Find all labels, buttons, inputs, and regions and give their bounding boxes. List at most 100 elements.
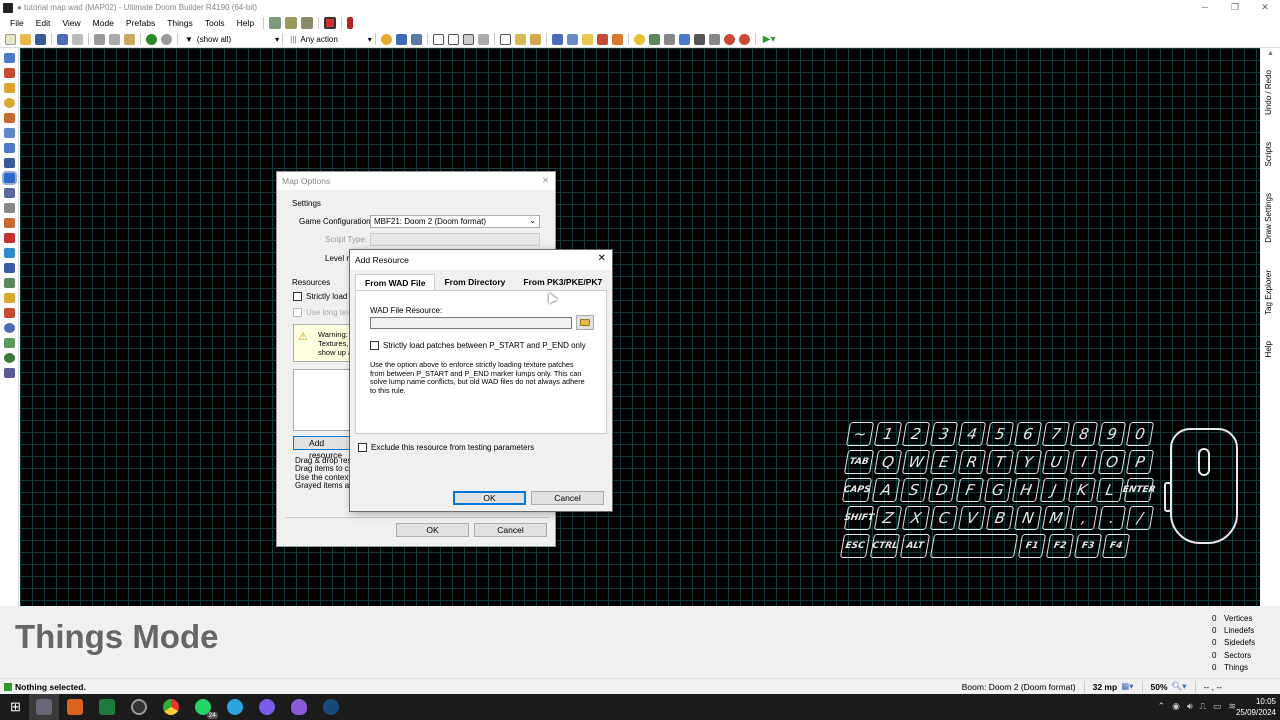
panel-tab-draw-settings[interactable]: Draw Settings [1264, 193, 1273, 243]
windows-start-icon[interactable]: ⊞ [10, 699, 21, 715]
check-icon[interactable] [4, 338, 15, 348]
save-map-icon[interactable] [35, 33, 46, 45]
taskbar-whatsapp-icon[interactable]: 24 [194, 699, 218, 719]
taskbar-app-icon[interactable] [66, 699, 83, 715]
taskbar-notepad-icon[interactable] [98, 699, 115, 715]
terrain-icon[interactable] [4, 263, 15, 273]
edit-selection-icon[interactable] [4, 203, 15, 213]
lightbulb-icon[interactable] [633, 33, 645, 45]
thing-filter2-icon[interactable] [161, 33, 172, 45]
menu-help[interactable]: Help [231, 18, 260, 28]
exclude-testing-checkbox[interactable] [358, 443, 367, 452]
undo-icon[interactable] [57, 33, 68, 45]
action-filter-combo[interactable]: Any action ▾ [300, 35, 371, 44]
panel-tab-undo-redo[interactable]: Undo / Redo [1264, 70, 1273, 115]
thing-filter-combo[interactable]: (show all) ▾ [197, 35, 279, 44]
display-icon[interactable]: ▭ [1213, 701, 1222, 712]
zoom-icon[interactable]: 🔍︎▾ [1172, 681, 1187, 692]
view-brightness-icon[interactable] [380, 33, 392, 45]
open-map-icon[interactable] [20, 33, 31, 45]
models2-icon[interactable] [663, 33, 675, 45]
browse-button[interactable] [576, 315, 594, 330]
tag-icon[interactable] [708, 33, 720, 45]
close-button[interactable]: ✕ [1250, 0, 1280, 15]
clock[interactable]: 10:05 25/09/2024 [1236, 696, 1276, 718]
taskbar-steam-icon[interactable] [322, 699, 339, 715]
draw-curve-icon[interactable] [4, 68, 15, 78]
copy-icon[interactable] [109, 33, 120, 45]
merge-icon[interactable] [477, 33, 489, 45]
linedefs-mode-icon[interactable] [4, 143, 15, 153]
stop-icon[interactable] [723, 33, 735, 45]
close-icon[interactable]: ✕ [598, 253, 606, 264]
chevron-up-icon[interactable]: ⌃ [1158, 701, 1166, 712]
sector-icon[interactable] [432, 33, 444, 45]
menu-edit[interactable]: Edit [30, 18, 57, 28]
stop2-icon[interactable] [738, 33, 750, 45]
taskbar-discord-icon[interactable] [258, 699, 275, 715]
menu-tools[interactable]: Tools [199, 18, 231, 28]
zoom-icon[interactable] [693, 33, 705, 45]
copy-props-icon[interactable] [499, 33, 511, 45]
linedef-icon[interactable] [447, 33, 459, 45]
taskbar-doombuilder[interactable] [28, 694, 59, 720]
flip-icon[interactable] [551, 33, 563, 45]
taskbar-app2-icon[interactable] [290, 699, 307, 715]
panel-tab-tag-explorer[interactable]: Tag Explorer [1264, 270, 1273, 315]
map-options-cancel-button[interactable]: Cancel [474, 523, 547, 537]
volume-icon[interactable]: 🔊︎ [1187, 701, 1193, 712]
cut-icon[interactable] [94, 33, 105, 45]
script-type-select[interactable] [370, 233, 540, 246]
taskbar-telegram-icon[interactable] [226, 699, 243, 715]
test-map-icon[interactable] [269, 17, 282, 29]
make-sector-icon[interactable] [4, 188, 15, 198]
models-icon[interactable] [648, 33, 660, 45]
paste-icon[interactable] [124, 33, 135, 45]
wifi-icon[interactable]: ≋ [1228, 701, 1236, 712]
eye-icon[interactable] [678, 33, 690, 45]
menu-view[interactable]: View [56, 18, 86, 28]
record-icon[interactable] [324, 17, 337, 29]
test-skill-icon[interactable] [285, 17, 298, 29]
taskbar-chrome-icon[interactable] [162, 699, 179, 715]
globe-icon[interactable] [4, 353, 15, 363]
things-mode-icon[interactable] [4, 173, 15, 183]
use-long-checkbox[interactable] [293, 308, 302, 317]
vertices-mode-icon[interactable] [4, 128, 15, 138]
paste-props-icon[interactable] [514, 33, 526, 45]
play-icon[interactable]: ▶▾ [763, 34, 776, 45]
scroll-up-icon[interactable]: ▲ [1267, 50, 1274, 57]
menu-file[interactable]: File [4, 18, 30, 28]
paste-special-icon[interactable] [529, 33, 541, 45]
tab-from-wad-file[interactable]: From WAD File [355, 274, 436, 291]
draw-lines-icon[interactable] [4, 53, 15, 63]
game-config-select[interactable]: MBF21: Doom 2 (Doom format) ⌄ [370, 215, 540, 228]
minimize-button[interactable]: ─ [1190, 0, 1220, 15]
error-check-icon[interactable] [596, 33, 608, 45]
add-resource-ok-button[interactable]: OK [453, 491, 526, 505]
visual-mode-icon[interactable] [4, 233, 15, 243]
maximize-button[interactable]: ❐ [1220, 0, 1250, 15]
zoom-level[interactable]: 50% [1151, 682, 1168, 692]
grid-size[interactable]: 32 mp [1093, 682, 1118, 692]
usb-icon[interactable]: ⎍ [1200, 701, 1206, 712]
taskbar-obs-icon[interactable] [130, 699, 147, 715]
fullbright-icon[interactable] [611, 33, 623, 45]
threed-icon[interactable] [4, 248, 15, 258]
snap-icon[interactable] [410, 33, 422, 45]
find-icon[interactable] [4, 323, 15, 333]
new-map-icon[interactable] [5, 33, 16, 45]
add-resource-button[interactable]: Add resource [293, 436, 353, 460]
flag-icon[interactable] [347, 17, 354, 29]
menu-mode[interactable]: Mode [87, 18, 120, 28]
network-icon[interactable]: ◉ [1172, 701, 1180, 712]
align-icon[interactable] [566, 33, 578, 45]
grid-icon[interactable] [395, 33, 407, 45]
gradient-icon[interactable] [4, 368, 15, 378]
texture-icon[interactable] [462, 33, 474, 45]
close-icon[interactable]: ✕ [542, 175, 549, 186]
panel-tab-help[interactable]: Help [1264, 341, 1273, 357]
draw-ellipse-icon[interactable] [4, 98, 15, 108]
panel-tab-scripts[interactable]: Scripts [1264, 142, 1273, 166]
map-options-ok-button[interactable]: OK [396, 523, 469, 537]
